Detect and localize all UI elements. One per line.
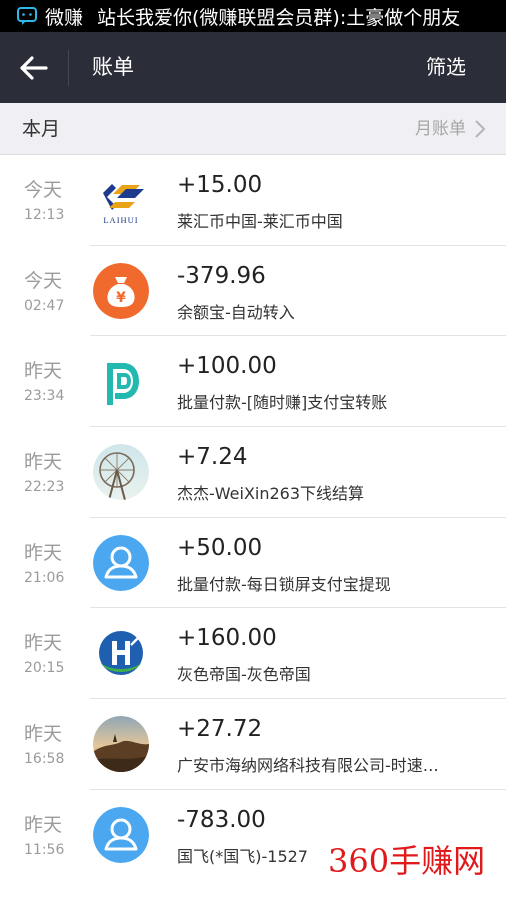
chevron-right-icon xyxy=(475,120,486,138)
h-logo xyxy=(93,625,149,682)
transaction-time: 22:23 xyxy=(24,479,65,496)
page-title: 账单 xyxy=(92,55,134,79)
monthly-bill-link[interactable]: 月账单 xyxy=(415,103,486,155)
transaction-row[interactable]: 昨天 16:58 +27.72 广安市海纳网络科技有限公司-时速… xyxy=(0,699,506,790)
transaction-description: 灰色帝国-灰色帝国 xyxy=(177,665,311,685)
transaction-day: 今天 xyxy=(24,179,63,201)
monthly-bill-label: 月账单 xyxy=(415,119,466,139)
transaction-description: 莱汇币中国-莱汇币中国 xyxy=(177,212,343,231)
arrow-left-icon[interactable] xyxy=(18,54,50,82)
nav-divider xyxy=(68,50,69,86)
transaction-amount: +27.72 xyxy=(177,716,263,743)
transaction-amount: +50.00 xyxy=(177,534,263,561)
ferris-wheel-photo xyxy=(93,444,149,501)
laihui-logo: LAIHUI xyxy=(93,172,149,228)
transaction-day: 今天 xyxy=(24,269,63,292)
transaction-description: 批量付款-[随时赚]支付宝转账 xyxy=(177,393,388,413)
transaction-day: 昨天 xyxy=(24,451,63,474)
transaction-row[interactable]: 今天 12:13 LAIHUI +15.00 莱汇币中国-莱汇币中国 xyxy=(0,155,506,246)
transaction-description: 国飞(*国飞)-1527 xyxy=(177,846,308,866)
transaction-amount: -379.96 xyxy=(177,262,266,289)
transaction-amount: +15.00 xyxy=(177,172,263,198)
transaction-amount: +7.24 xyxy=(177,444,248,471)
transaction-time: 20:15 xyxy=(24,660,65,677)
default-user-icon xyxy=(93,806,149,863)
transaction-row[interactable]: 昨天 22:23 +7.24 杰杰-WeiXin263下线结算 xyxy=(0,427,506,518)
transaction-day: 昨天 xyxy=(24,813,63,836)
transaction-day: 昨天 xyxy=(24,723,63,746)
transaction-description: 杰杰-WeiXin263下线结算 xyxy=(177,484,365,504)
transaction-amount: +100.00 xyxy=(177,353,277,380)
transaction-time: 16:58 xyxy=(24,751,65,768)
filter-button[interactable]: 筛选 xyxy=(426,32,466,103)
yen-symbol: ¥ xyxy=(116,290,126,306)
transaction-day: 昨天 xyxy=(24,360,63,383)
transaction-time: 12:13 xyxy=(24,207,65,223)
chat-notification-icon xyxy=(17,7,37,25)
default-user-icon xyxy=(93,534,149,591)
laihui-logo-text: LAIHUI xyxy=(103,215,138,225)
period-header: 本月 月账单 xyxy=(0,103,506,155)
transaction-day: 昨天 xyxy=(24,541,63,564)
watermark-text: 360手赚网 xyxy=(328,842,486,880)
money-bag-icon: ¥ xyxy=(93,262,149,319)
period-label: 本月 xyxy=(22,118,61,140)
top-nav-bar: 账单 筛选 xyxy=(0,32,506,103)
status-bar: 微赚 站长我爱你(微赚联盟会员群):土豪做个朋友 xyxy=(0,0,506,32)
notification-app-name: 微赚 xyxy=(45,6,84,29)
transaction-amount: -783.00 xyxy=(177,806,266,833)
transaction-time: 23:34 xyxy=(24,388,65,405)
transaction-list: 今天 12:13 LAIHUI +15.00 莱汇币中国-莱汇币中国 今天 02… xyxy=(0,155,506,881)
transaction-time: 02:47 xyxy=(24,297,65,314)
transaction-description: 余额宝-自动转入 xyxy=(177,302,295,322)
transaction-description: 广安市海纳网络科技有限公司-时速… xyxy=(177,756,439,776)
transaction-time: 11:56 xyxy=(24,841,65,858)
transaction-day: 昨天 xyxy=(24,632,63,655)
transaction-row[interactable]: 昨天 21:06 +50.00 批量付款-每日锁屏支付宝提现 xyxy=(0,517,506,609)
transaction-time: 21:06 xyxy=(24,569,65,586)
transaction-row[interactable]: 昨天 23:34 +100.00 批量付款-[随时赚]支付宝转账 xyxy=(0,336,506,428)
transaction-row[interactable]: 今天 02:47 ¥ -379.96 余额宝-自动转入 xyxy=(0,245,506,337)
suishizhuan-logo xyxy=(93,353,149,410)
transaction-row[interactable]: 昨天 20:15 +160.00 灰色帝国-灰色帝国 xyxy=(0,608,506,700)
landscape-photo xyxy=(93,716,149,773)
transaction-description: 批量付款-每日锁屏支付宝提现 xyxy=(177,574,391,594)
notification-text: 站长我爱你(微赚联盟会员群):土豪做个朋友 xyxy=(97,6,461,29)
transaction-amount: +160.00 xyxy=(177,625,277,652)
